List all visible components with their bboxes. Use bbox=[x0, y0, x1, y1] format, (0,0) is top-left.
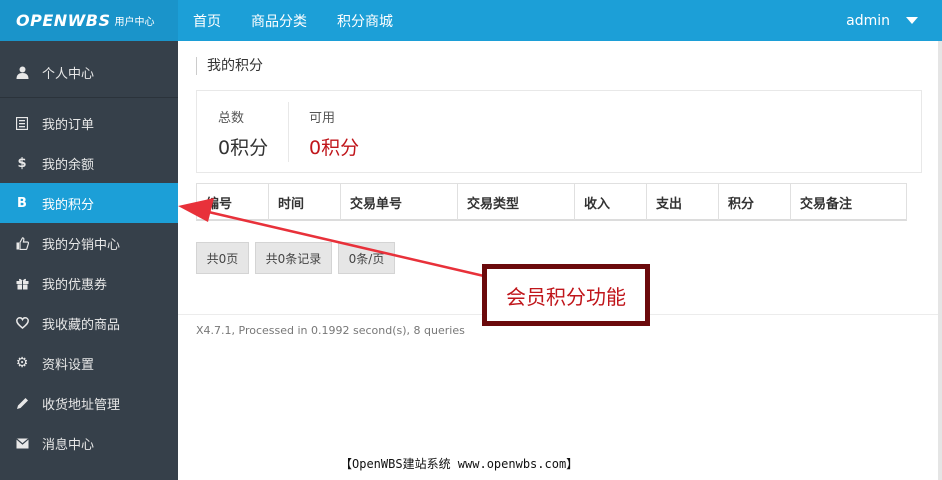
thumbs-up-icon bbox=[15, 236, 29, 250]
sidebar-item-label: 我的积分 bbox=[42, 197, 95, 213]
stat-available: 可用 0积分 bbox=[309, 91, 459, 174]
stat-available-value: 0积分 bbox=[309, 137, 360, 159]
gift-icon bbox=[15, 276, 29, 290]
sidebar-item-label: 个人中心 bbox=[42, 66, 95, 82]
sidebar-divider bbox=[0, 97, 178, 98]
column-header[interactable]: 交易单号 bbox=[341, 184, 458, 220]
sidebar-item-label: 我的订单 bbox=[42, 117, 95, 133]
pager-total-records[interactable]: 共0条记录 bbox=[255, 242, 332, 274]
sidebar-item-messages[interactable]: 消息中心 bbox=[0, 423, 178, 463]
heart-icon bbox=[15, 316, 29, 330]
nav-home[interactable]: 首页 bbox=[178, 11, 236, 31]
sidebar-item-label: 资料设置 bbox=[42, 357, 95, 373]
brand-logo: OPENWBS bbox=[16, 11, 111, 30]
pager-per-page[interactable]: 0条/页 bbox=[338, 242, 395, 274]
brand-subtitle: 用户中心 bbox=[114, 17, 155, 28]
caret-down-icon bbox=[906, 17, 918, 24]
column-header[interactable]: 支出 bbox=[647, 184, 719, 220]
watermark: 【OpenWBS建站系统 www.openwbs.com】 bbox=[340, 457, 579, 471]
sidebar-item-orders[interactable]: 我的订单 bbox=[0, 103, 178, 143]
pager-total-pages[interactable]: 共0页 bbox=[196, 242, 249, 274]
annotation-callout: 会员积分功能 bbox=[482, 264, 650, 326]
sidebar-item-coupons[interactable]: 我的优惠券 bbox=[0, 263, 178, 303]
top-nav: 首页 商品分类 积分商城 bbox=[178, 0, 408, 41]
sidebar-item-settings[interactable]: ⚙ 资料设置 bbox=[0, 343, 178, 383]
main-content: 我的积分 总数 0积分 可用 0积分 编号 时间 交易单号 交易类型 收入 支出… bbox=[178, 41, 942, 480]
list-icon bbox=[15, 116, 29, 130]
envelope-icon bbox=[15, 436, 29, 450]
user-icon bbox=[15, 65, 29, 79]
bitcoin-icon: B bbox=[17, 195, 27, 211]
sidebar-item-address[interactable]: 收货地址管理 bbox=[0, 383, 178, 423]
sidebar-item-label: 消息中心 bbox=[42, 437, 95, 453]
gear-icon: ⚙ bbox=[15, 355, 29, 371]
points-summary: 总数 0积分 可用 0积分 bbox=[196, 90, 922, 173]
column-header[interactable]: 时间 bbox=[269, 184, 341, 220]
scrollbar-track[interactable] bbox=[938, 41, 942, 480]
pencil-icon bbox=[15, 396, 29, 410]
sidebar-item-label: 收货地址管理 bbox=[42, 397, 121, 413]
column-header[interactable]: 交易类型 bbox=[458, 184, 575, 220]
column-header[interactable]: 交易备注 bbox=[791, 184, 906, 220]
stat-total: 总数 0积分 bbox=[197, 102, 289, 162]
column-header[interactable]: 积分 bbox=[719, 184, 791, 220]
sidebar-item-balance[interactable]: $ 我的余额 bbox=[0, 143, 178, 183]
sidebar: 个人中心 我的订单 $ 我的余额 B 我的积分 我的分销中心 我的优惠券 我收藏… bbox=[0, 41, 178, 480]
user-menu[interactable]: admin bbox=[846, 0, 918, 41]
top-bar: OPENWBS 用户中心 首页 商品分类 积分商城 admin bbox=[0, 0, 942, 41]
stat-available-label: 可用 bbox=[309, 111, 336, 126]
stat-total-value: 0积分 bbox=[218, 137, 269, 159]
sidebar-item-profile[interactable]: 个人中心 bbox=[0, 52, 178, 92]
nav-categories[interactable]: 商品分类 bbox=[236, 11, 322, 31]
sidebar-item-label: 我的分销中心 bbox=[42, 237, 121, 253]
sidebar-item-label: 我收藏的商品 bbox=[42, 317, 121, 333]
column-header[interactable]: 编号 bbox=[197, 184, 269, 220]
points-table: 编号 时间 交易单号 交易类型 收入 支出 积分 交易备注 bbox=[196, 183, 907, 221]
annotation-text: 会员积分功能 bbox=[506, 284, 626, 309]
page-title: 我的积分 bbox=[196, 57, 263, 75]
sidebar-item-distribution[interactable]: 我的分销中心 bbox=[0, 223, 178, 263]
nav-points-mall[interactable]: 积分商城 bbox=[322, 11, 408, 31]
sidebar-item-favorites[interactable]: 我收藏的商品 bbox=[0, 303, 178, 343]
brand[interactable]: OPENWBS 用户中心 bbox=[0, 0, 178, 41]
sidebar-item-points[interactable]: B 我的积分 bbox=[0, 183, 178, 223]
stat-total-label: 总数 bbox=[218, 111, 245, 126]
pagination: 共0页 共0条记录 0条/页 bbox=[196, 242, 401, 274]
sidebar-item-label: 我的优惠券 bbox=[42, 277, 108, 293]
dollar-icon: $ bbox=[17, 155, 27, 171]
column-header[interactable]: 收入 bbox=[575, 184, 647, 220]
sidebar-item-label: 我的余额 bbox=[42, 157, 95, 173]
footer-text: X4.7.1, Processed in 0.1992 second(s), 8… bbox=[196, 324, 465, 337]
username: admin bbox=[846, 12, 890, 29]
